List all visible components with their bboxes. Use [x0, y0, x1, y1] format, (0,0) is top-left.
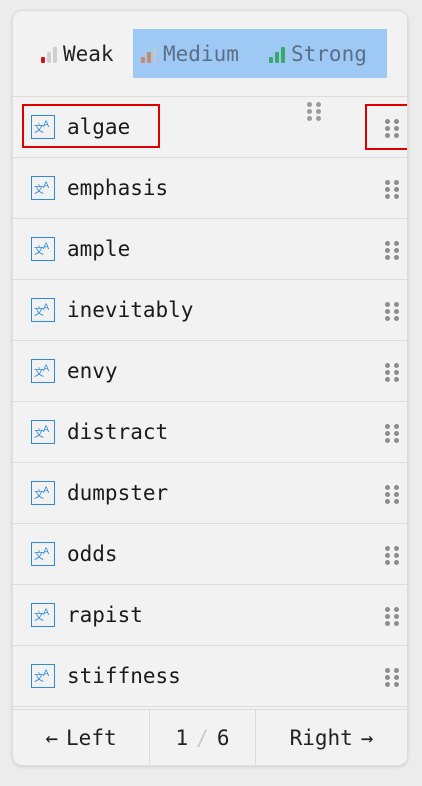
- word-text: rapist: [67, 603, 143, 627]
- filter-weak[interactable]: Weak: [31, 29, 124, 78]
- arrow-left-icon: ←: [45, 725, 59, 750]
- svg-text:A: A: [43, 669, 50, 679]
- filter-strong-label: Strong: [291, 41, 367, 66]
- svg-text:A: A: [43, 425, 50, 435]
- svg-text:A: A: [43, 364, 50, 374]
- word-text: envy: [67, 359, 118, 383]
- prev-page-label: Left: [66, 725, 117, 750]
- translate-icon[interactable]: 文A: [31, 298, 55, 322]
- svg-text:A: A: [43, 181, 50, 191]
- translate-icon[interactable]: 文A: [31, 237, 55, 261]
- word-text: algae: [67, 115, 131, 139]
- filter-medium-label: Medium: [163, 41, 239, 66]
- svg-text:A: A: [43, 120, 50, 130]
- word-row[interactable]: 文 A rapist: [13, 585, 407, 646]
- next-page-button[interactable]: Right →: [256, 710, 407, 765]
- word-text: emphasis: [67, 176, 169, 200]
- total-pages: 6: [216, 725, 230, 750]
- drag-handle-icon[interactable]: [385, 424, 399, 443]
- word-row[interactable]: 文 A emphasis: [13, 158, 407, 219]
- svg-text:A: A: [43, 486, 50, 496]
- word-list-card: Weak Medium Strong 文 A algae 文 A emphasis 文 A am…: [12, 10, 408, 766]
- word-text: inevitably: [67, 298, 194, 322]
- drag-handle-icon[interactable]: [385, 241, 399, 260]
- drag-handle-icon[interactable]: [385, 668, 399, 687]
- page-separator: /: [196, 725, 209, 750]
- translate-icon[interactable]: 文A: [31, 115, 55, 139]
- word-row[interactable]: 文 A dumpster: [13, 463, 407, 524]
- signal-medium-icon: [141, 45, 157, 63]
- arrow-right-icon: →: [360, 725, 374, 750]
- word-row[interactable]: 文 A inevitably: [13, 280, 407, 341]
- word-list: 文 A algae 文 A emphasis 文 A ample 文 A inevitably 文 A en…: [13, 97, 407, 707]
- translate-icon[interactable]: 文A: [31, 176, 55, 200]
- drag-handle-icon[interactable]: [385, 485, 399, 504]
- drag-handle-icon[interactable]: [385, 607, 399, 626]
- page-indicator: 1 / 6: [150, 710, 256, 765]
- word-text: distract: [67, 420, 169, 444]
- word-text: stiffness: [67, 664, 181, 688]
- translate-icon[interactable]: 文A: [31, 481, 55, 505]
- drag-handle-icon[interactable]: [385, 546, 399, 565]
- svg-text:A: A: [43, 547, 50, 557]
- translate-icon[interactable]: 文A: [31, 420, 55, 444]
- word-text: ample: [67, 237, 131, 261]
- svg-text:A: A: [43, 242, 50, 252]
- word-row[interactable]: 文 A envy: [13, 341, 407, 402]
- filter-strong[interactable]: Strong: [269, 29, 367, 78]
- translate-icon[interactable]: 文A: [31, 664, 55, 688]
- strength-filter-bar: Weak Medium Strong: [13, 11, 407, 97]
- drag-ghost-handle-icon: [307, 102, 321, 121]
- prev-page-button[interactable]: ← Left: [13, 710, 150, 765]
- word-row[interactable]: 文 A stiffness: [13, 646, 407, 707]
- drag-handle-icon[interactable]: [385, 119, 399, 138]
- translate-icon[interactable]: 文A: [31, 359, 55, 383]
- word-row[interactable]: 文 A odds: [13, 524, 407, 585]
- drag-handle-icon[interactable]: [385, 180, 399, 199]
- drag-handle-icon[interactable]: [385, 363, 399, 382]
- signal-strong-icon: [269, 45, 285, 63]
- svg-text:A: A: [43, 303, 50, 313]
- word-text: odds: [67, 542, 118, 566]
- drag-handle-icon[interactable]: [385, 302, 399, 321]
- filter-medium[interactable]: Medium: [141, 29, 239, 78]
- translate-icon[interactable]: 文A: [31, 542, 55, 566]
- word-row[interactable]: 文 A distract: [13, 402, 407, 463]
- signal-weak-icon: [41, 45, 57, 63]
- word-row[interactable]: 文 A ample: [13, 219, 407, 280]
- next-page-label: Right: [289, 725, 353, 750]
- svg-text:A: A: [43, 608, 50, 618]
- word-row[interactable]: 文 A algae: [13, 97, 407, 158]
- pagination: ← Left 1 / 6 Right →: [13, 709, 407, 765]
- filter-weak-label: Weak: [63, 41, 114, 66]
- word-text: dumpster: [67, 481, 169, 505]
- current-page: 1: [175, 725, 189, 750]
- translate-icon[interactable]: 文A: [31, 603, 55, 627]
